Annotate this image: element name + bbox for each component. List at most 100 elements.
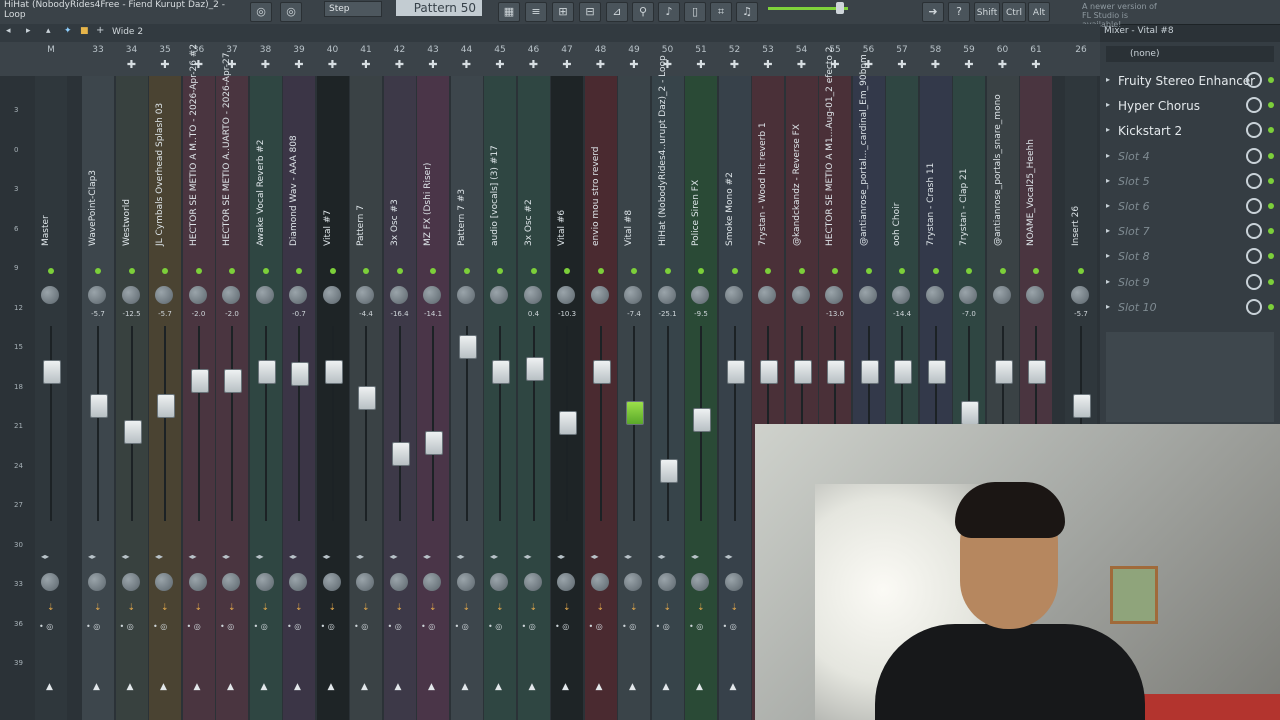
track-number[interactable]: 38 — [251, 45, 281, 55]
mute-solo-icon[interactable]: • ◎ — [488, 622, 502, 631]
stereo-knob[interactable] — [188, 573, 207, 591]
mic-icon[interactable]: ♪ — [658, 2, 680, 22]
pan-knob[interactable] — [88, 286, 106, 304]
stereo-separation-icon[interactable]: ◂▸ — [691, 552, 699, 561]
stereo-knob[interactable] — [356, 573, 374, 591]
send-icon[interactable]: ✚ — [117, 58, 147, 71]
stereo-separation-icon[interactable]: ◂▸ — [41, 552, 49, 561]
track-number[interactable]: 49 — [619, 45, 649, 55]
mixer-track[interactable]: envio mou stro reverd ◂▸ ⇣ • ◎ ▲ — [584, 76, 617, 720]
track-enable-led[interactable] — [329, 268, 336, 274]
pattern-selector[interactable]: Pattern 50 — [396, 0, 482, 16]
stereo-separation-icon[interactable]: ◂▸ — [390, 552, 398, 561]
mixer-track[interactable]: Smoke Mono #2 ◂▸ ⇣ • ◎ ▲ — [718, 76, 751, 720]
route-arrow-icon[interactable]: ⇣ — [563, 603, 571, 613]
expand-icon[interactable]: ▸ — [1106, 176, 1110, 185]
mute-solo-icon[interactable]: • ◎ — [388, 622, 402, 631]
track-enable-led[interactable] — [229, 268, 235, 274]
volume-fader[interactable] — [659, 458, 678, 483]
mute-solo-icon[interactable]: • ◎ — [86, 622, 100, 631]
track-number[interactable]: 46 — [519, 45, 549, 55]
route-up-icon[interactable]: ▲ — [361, 682, 368, 692]
pan-knob[interactable] — [255, 286, 274, 304]
mute-solo-icon[interactable]: • ◎ — [287, 622, 301, 631]
track-enable-led[interactable] — [999, 268, 1006, 274]
route-arrow-icon[interactable]: ⇣ — [262, 603, 270, 613]
volume-fader[interactable] — [324, 360, 343, 384]
mixer-track[interactable]: Police Siren FX -9.5 ◂▸ ⇣ • ◎ ▲ — [685, 76, 717, 720]
track-enable-led[interactable] — [95, 268, 101, 274]
mixer-track[interactable]: HiHat (NobodyRides4..urupt Daz)_2 - Loop… — [651, 55, 684, 720]
send-icon[interactable]: ✚ — [720, 58, 750, 71]
expand-icon[interactable]: ▸ — [1106, 201, 1110, 210]
volume-fader[interactable] — [793, 360, 812, 384]
volume-fader[interactable] — [592, 360, 611, 384]
track-number[interactable]: 51 — [686, 45, 716, 55]
track-number[interactable]: 61 — [1021, 45, 1051, 55]
pan-knob[interactable] — [490, 286, 508, 304]
mute-solo-icon[interactable]: • ◎ — [39, 622, 53, 631]
route-arrow-icon[interactable]: ⇣ — [731, 603, 739, 613]
route-arrow-icon[interactable]: ⇣ — [228, 603, 236, 613]
mute-solo-icon[interactable]: • ◎ — [321, 622, 335, 631]
stereo-separation-icon[interactable]: ◂▸ — [289, 552, 297, 561]
track-enable-led[interactable] — [430, 268, 436, 274]
track-enable-led[interactable] — [530, 268, 537, 274]
send-icon[interactable]: ✚ — [418, 58, 448, 71]
pan-knob[interactable] — [892, 286, 910, 304]
pan-knob[interactable] — [1071, 286, 1089, 304]
track-enable-led[interactable] — [966, 268, 972, 274]
route-arrow-icon[interactable]: ⇣ — [362, 603, 370, 613]
mute-solo-icon[interactable]: • ◎ — [723, 622, 737, 631]
pan-knob[interactable] — [758, 286, 776, 304]
route-arrow-icon[interactable]: ⇣ — [530, 603, 538, 613]
route-up-icon[interactable]: ▲ — [596, 682, 603, 692]
send-icon[interactable]: ✚ — [686, 58, 716, 71]
volume-fader[interactable] — [190, 368, 209, 393]
add-icon[interactable]: + — [96, 25, 104, 36]
expand-icon[interactable]: ▸ — [1106, 251, 1110, 260]
bell-icon[interactable]: ♫ — [736, 2, 758, 22]
track-enable-led[interactable] — [865, 268, 872, 274]
stereo-separation-icon[interactable]: ◂▸ — [624, 552, 632, 561]
fx-enable-led[interactable] — [1268, 228, 1274, 235]
stereo-knob[interactable] — [624, 573, 642, 591]
volume-fader[interactable] — [157, 394, 175, 418]
route-arrow-icon[interactable]: ⇣ — [94, 603, 102, 613]
track-enable-led[interactable] — [363, 268, 369, 274]
track-enable-led[interactable] — [195, 268, 202, 274]
route-arrow-icon[interactable]: ⇣ — [195, 603, 203, 613]
volume-fader[interactable] — [961, 400, 979, 425]
fx-slot[interactable]: ▸ Slot 8 — [1104, 246, 1276, 268]
route-up-icon[interactable]: ▲ — [495, 682, 502, 692]
expand-icon[interactable]: ▸ — [1106, 226, 1110, 235]
mixer-track[interactable]: Diamond Wav - AAA 808 -0.7 ◂▸ ⇣ • ◎ ▲ — [283, 76, 315, 720]
mixer-track[interactable]: 3x Osc #2 0.4 ◂▸ ⇣ • ◎ ▲ — [517, 76, 550, 720]
shift-key-button[interactable]: Shift — [974, 2, 1000, 22]
fx-mix-knob[interactable] — [1246, 72, 1262, 88]
route-up-icon[interactable]: ▲ — [46, 682, 53, 692]
stereo-knob[interactable] — [41, 573, 59, 591]
track-number[interactable]: 39 — [284, 45, 314, 55]
fx-enable-led[interactable] — [1268, 127, 1274, 134]
fx-mix-knob[interactable] — [1246, 147, 1262, 164]
ctrl-key-button[interactable]: Ctrl — [1002, 2, 1026, 22]
track-enable-led[interactable] — [664, 268, 671, 274]
pan-knob[interactable] — [121, 286, 140, 304]
stereo-knob[interactable] — [289, 573, 307, 591]
fx-enable-led[interactable] — [1268, 77, 1274, 83]
track-enable-led[interactable] — [798, 268, 805, 274]
route-arrow-icon[interactable]: ⇣ — [429, 603, 437, 613]
stereo-separation-icon[interactable]: ◂▸ — [557, 552, 565, 561]
fx-mix-knob[interactable] — [1246, 198, 1262, 214]
route-up-icon[interactable]: ▲ — [127, 682, 134, 692]
pan-knob[interactable] — [624, 286, 642, 304]
track-number[interactable]: 41 — [351, 45, 381, 55]
route-up-icon[interactable]: ▲ — [696, 682, 703, 692]
send-icon[interactable]: ✚ — [887, 58, 917, 71]
fx-mix-knob[interactable] — [1246, 248, 1262, 265]
send-icon[interactable]: ✚ — [351, 58, 381, 71]
route-up-icon[interactable]: ▲ — [294, 682, 301, 692]
volume-fader[interactable] — [927, 360, 946, 384]
fx-slot[interactable]: ▸ Slot 4 — [1104, 146, 1276, 168]
